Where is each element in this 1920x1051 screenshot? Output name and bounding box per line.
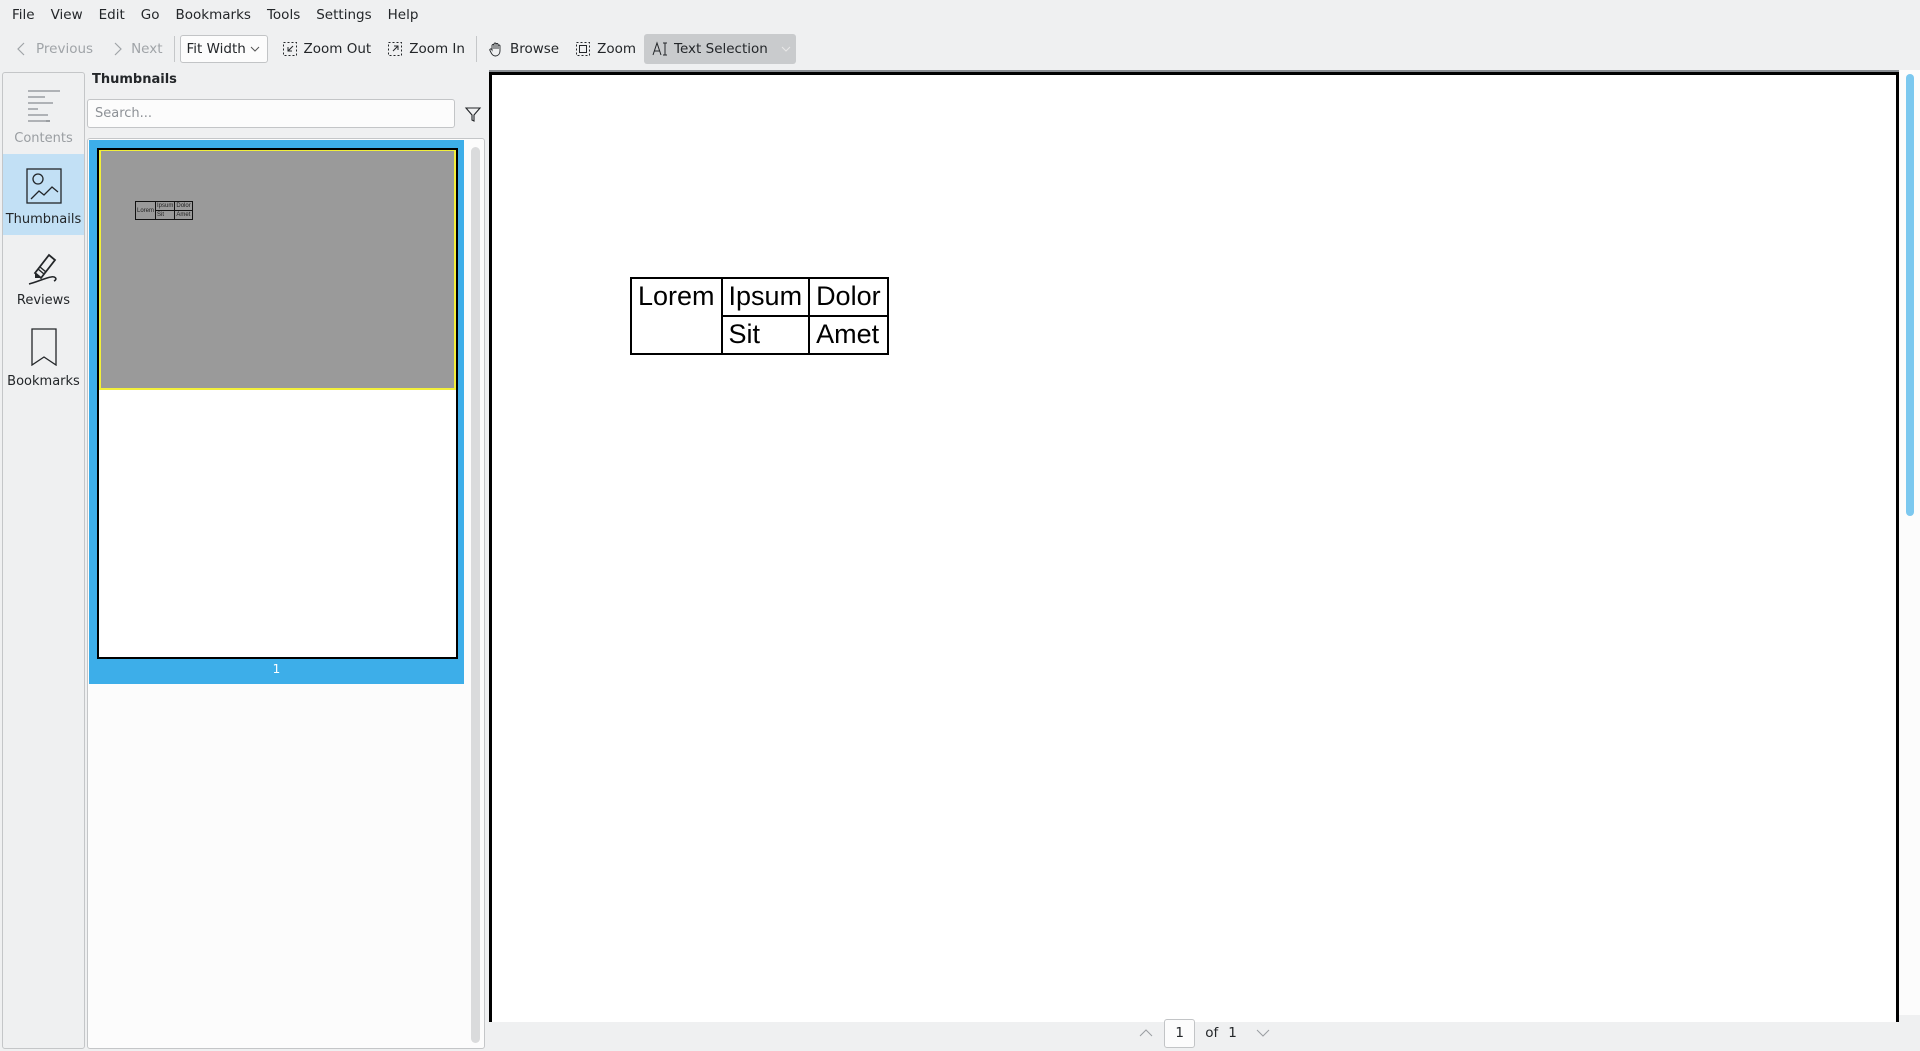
- menu-go[interactable]: Go: [133, 2, 168, 28]
- table-cell: Dolor: [808, 277, 889, 317]
- zoom-in-icon: [388, 42, 403, 56]
- table-cell: Amet: [808, 315, 889, 355]
- document-page: Lorem Ipsum Dolor Sit Amet: [489, 72, 1899, 1022]
- chevron-right-icon: [114, 42, 122, 56]
- zoom-tool-label: Zoom: [597, 41, 637, 57]
- sidebar-rail: Contents Thumbnails Reviews Bookmarks: [2, 72, 85, 1049]
- thumb-cell: Sit: [155, 210, 176, 220]
- sidebar-item-label: Thumbnails: [5, 212, 82, 227]
- zoom-out-icon: [282, 42, 297, 56]
- text-cursor-icon: [652, 41, 668, 56]
- table-cell: Lorem: [630, 277, 723, 355]
- sidebar-item-label: Contents: [14, 131, 73, 146]
- thumbnails-panel: Thumbnails Search... Lorem Ipsum Dolor Sit…: [87, 72, 485, 1049]
- current-page: 1: [1175, 1025, 1184, 1041]
- zoom-select-icon: [576, 42, 591, 56]
- sidebar-item-thumbnails[interactable]: Thumbnails: [3, 154, 84, 235]
- document-view[interactable]: Lorem Ipsum Dolor Sit Amet: [489, 70, 1920, 1022]
- main-toolbar: Previous Next Fit Width Zoom Out Zoom In…: [0, 32, 1920, 66]
- thumbnail-page-number: 1: [272, 662, 281, 676]
- panel-title: Thumbnails: [92, 72, 177, 87]
- menu-file[interactable]: File: [4, 2, 43, 28]
- menu-bar: File View Edit Go Bookmarks Tools Settin…: [0, 0, 1920, 30]
- text-selection-tool-button[interactable]: Text Selection: [644, 34, 796, 64]
- table-cell: Sit: [720, 315, 811, 355]
- chevron-up-icon[interactable]: [1138, 1025, 1154, 1041]
- chevron-down-icon[interactable]: [1255, 1025, 1271, 1041]
- zoom-mode-value: Fit Width: [186, 41, 246, 57]
- thumb-cell: Lorem: [134, 201, 157, 220]
- menu-help[interactable]: Help: [380, 2, 427, 28]
- bookmark-icon: [30, 328, 57, 366]
- filter-icon[interactable]: [463, 104, 483, 124]
- zoom-out-button[interactable]: Zoom Out: [274, 34, 380, 64]
- page-number-input[interactable]: 1: [1164, 1018, 1196, 1048]
- next-button[interactable]: Next: [101, 34, 170, 64]
- browse-label: Browse: [509, 41, 560, 57]
- sidebar-item-bookmarks[interactable]: Bookmarks: [3, 316, 84, 397]
- chevron-down-icon[interactable]: [780, 43, 792, 55]
- of-label: of: [1205, 1025, 1219, 1041]
- search-placeholder: Search...: [95, 106, 153, 121]
- page-navigation-bar: 1 of 1: [489, 1015, 1920, 1051]
- thumbnail-list[interactable]: Lorem Ipsum Dolor Sit Amet 1: [87, 138, 485, 1049]
- previous-button[interactable]: Previous: [6, 34, 101, 64]
- chevron-left-icon: [17, 42, 25, 56]
- thumb-cell: Amet: [174, 210, 193, 220]
- total-pages: 1: [1228, 1025, 1237, 1041]
- thumbnail-scrollbar[interactable]: [471, 147, 480, 1043]
- hand-icon: [489, 42, 501, 57]
- next-label: Next: [131, 41, 163, 57]
- toolbar-separator: [173, 36, 175, 62]
- visible-region-highlight: Lorem Ipsum Dolor Sit Amet: [99, 150, 456, 390]
- thumb-cell: Ipsum: [155, 201, 176, 211]
- menu-edit[interactable]: Edit: [91, 2, 133, 28]
- chevron-down-icon: [250, 46, 259, 52]
- sidebar-item-label: Reviews: [16, 293, 71, 308]
- zoom-tool-button[interactable]: Zoom: [567, 34, 644, 64]
- image-icon: [25, 168, 62, 204]
- zoom-in-button[interactable]: Zoom In: [379, 34, 473, 64]
- table-cell: Ipsum: [720, 277, 811, 317]
- pen-icon: [28, 253, 57, 285]
- thumbnail-table: Lorem Ipsum Dolor Sit Amet: [134, 201, 193, 220]
- thumbnail-page-preview: Lorem Ipsum Dolor Sit Amet: [97, 148, 458, 659]
- toolbar-separator: [475, 36, 477, 62]
- sidebar-item-contents[interactable]: Contents: [3, 73, 84, 154]
- browse-tool-button[interactable]: Browse: [480, 34, 567, 64]
- sidebar-item-reviews[interactable]: Reviews: [3, 235, 84, 316]
- sidebar-item-label: Bookmarks: [7, 374, 80, 389]
- text-selection-label: Text Selection: [674, 41, 768, 57]
- contents-icon: [27, 90, 60, 122]
- thumbnail-item[interactable]: Lorem Ipsum Dolor Sit Amet 1: [89, 140, 464, 684]
- document-table: Lorem Ipsum Dolor Sit Amet: [630, 277, 889, 355]
- zoom-in-label: Zoom In: [409, 41, 465, 57]
- thumbnail-search-input[interactable]: Search...: [87, 99, 455, 128]
- menu-tools[interactable]: Tools: [259, 2, 308, 28]
- menu-view[interactable]: View: [43, 2, 91, 28]
- menu-settings[interactable]: Settings: [308, 2, 379, 28]
- zoom-mode-select[interactable]: Fit Width: [179, 35, 268, 63]
- thumb-cell: Dolor: [174, 201, 193, 211]
- zoom-out-label: Zoom Out: [303, 41, 372, 57]
- previous-label: Previous: [36, 41, 94, 57]
- menu-bookmarks[interactable]: Bookmarks: [168, 2, 259, 28]
- document-scrollbar[interactable]: [1906, 74, 1914, 516]
